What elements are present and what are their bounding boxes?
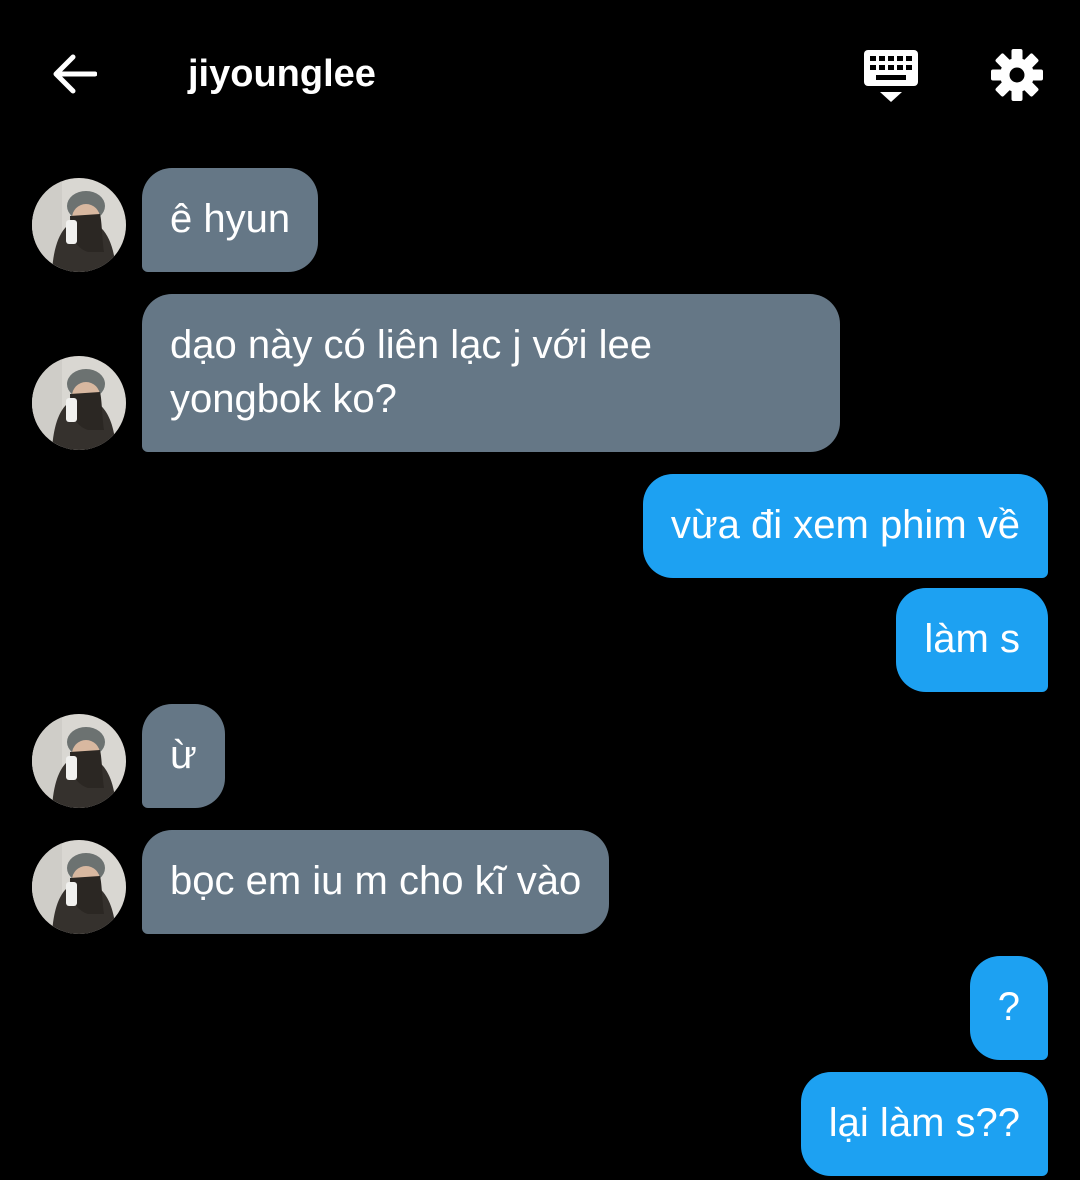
incoming-message-bubble[interactable]: bọc em iu m cho kĩ vào: [142, 830, 610, 934]
incoming-message-bubble[interactable]: ừ: [142, 704, 225, 808]
incoming-message-bubble[interactable]: dạo này có liên lạc j với lee yongbok ko…: [142, 294, 840, 452]
avatar[interactable]: [32, 714, 126, 808]
back-button[interactable]: [44, 44, 104, 104]
incoming-message-bubble[interactable]: ê hyun: [142, 168, 319, 272]
settings-button[interactable]: [984, 44, 1050, 106]
conversation-title: jiyounglee: [188, 53, 376, 95]
outgoing-message-bubble[interactable]: vừa đi xem phim về: [642, 474, 1048, 578]
outgoing-message-bubble[interactable]: lại làm s??: [800, 1072, 1048, 1176]
avatar[interactable]: [32, 178, 126, 272]
avatar[interactable]: [32, 356, 126, 450]
keyboard-icon: [864, 50, 918, 102]
profile-photo: [32, 356, 126, 450]
chat-header: jiyounglee: [0, 0, 1080, 150]
arrow-left-icon: [53, 54, 97, 94]
outgoing-message-bubble[interactable]: làm s: [896, 588, 1048, 692]
outgoing-message-bubble[interactable]: ?: [969, 956, 1048, 1060]
avatar[interactable]: [32, 840, 126, 934]
profile-photo: [32, 840, 126, 934]
profile-photo: [32, 714, 126, 808]
profile-photo: [32, 178, 126, 272]
gear-icon: [991, 49, 1043, 101]
keyboard-button[interactable]: [858, 44, 924, 106]
